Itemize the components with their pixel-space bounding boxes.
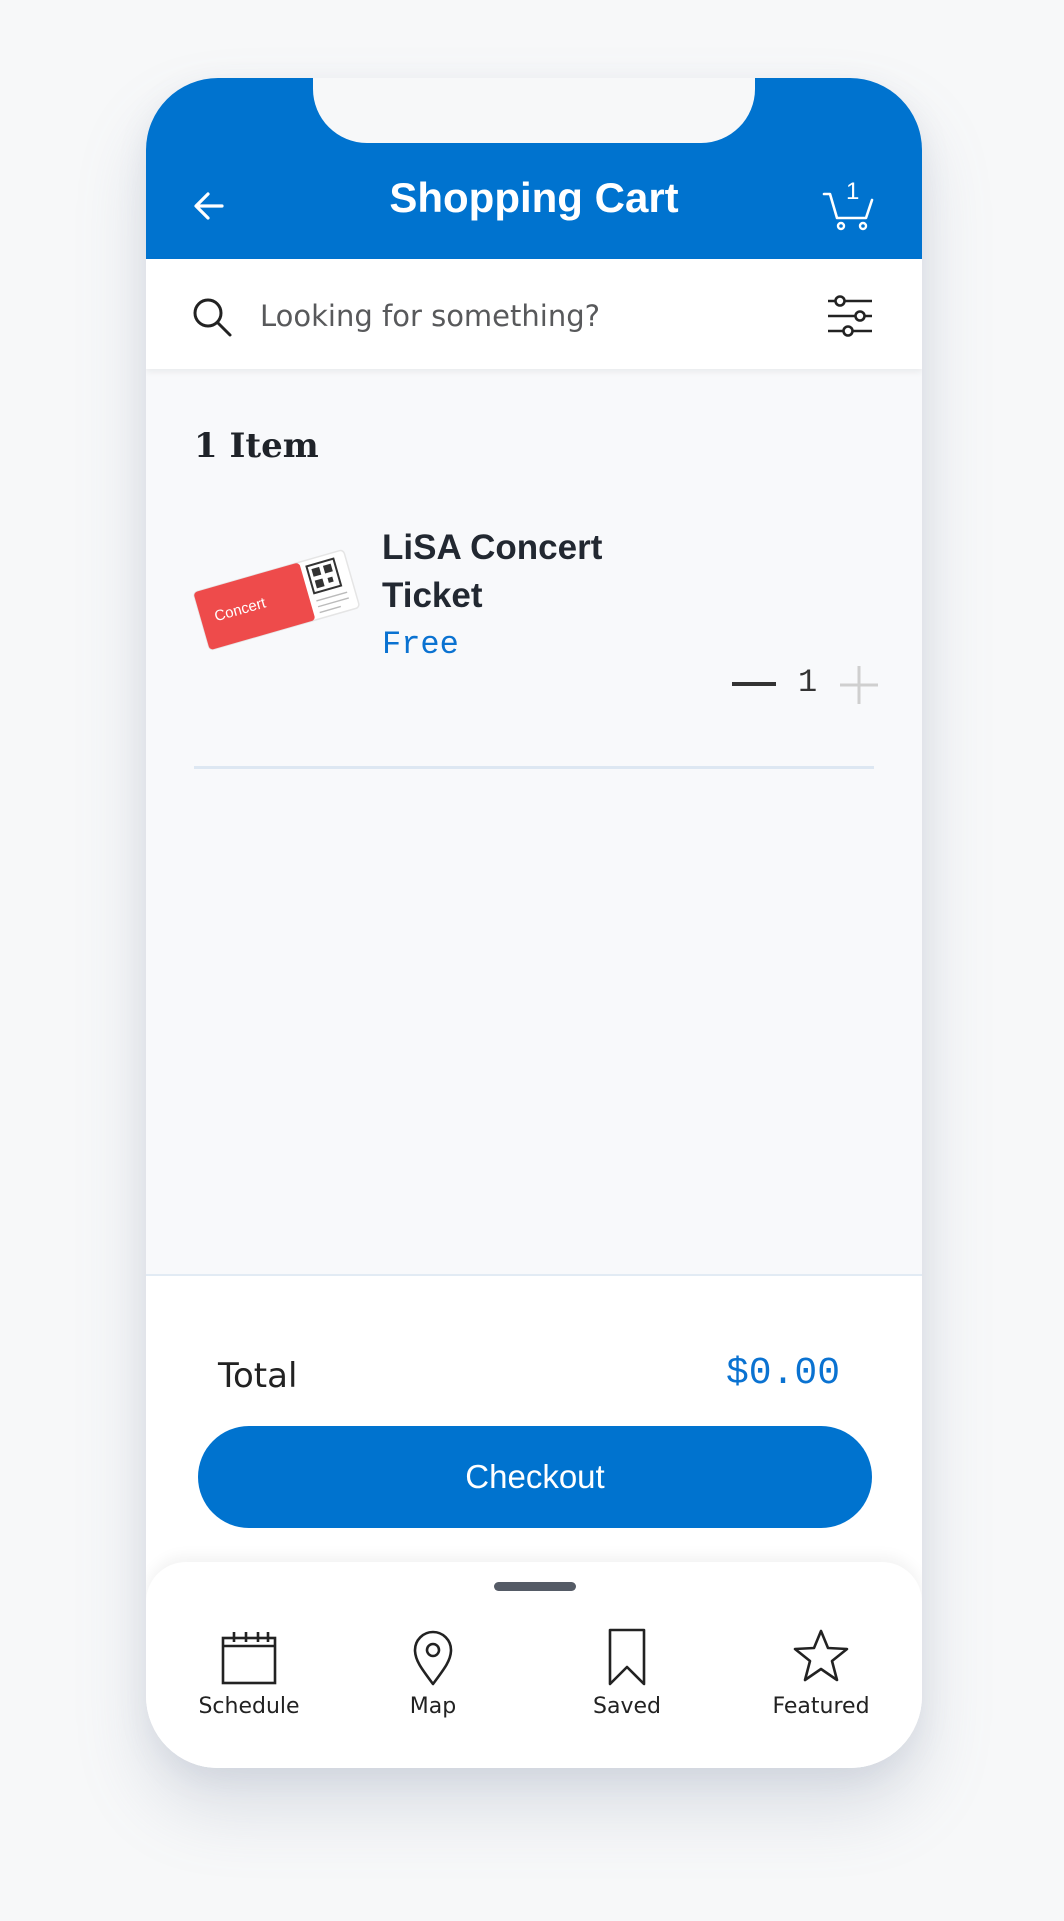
cart-count-badge: 1: [846, 178, 860, 205]
quantity-increase-button[interactable]: [838, 664, 880, 706]
drag-handle[interactable]: [494, 1582, 576, 1591]
item-divider: [194, 766, 874, 769]
phone-frame: Shopping Cart 1 1 Item Concert: [146, 78, 922, 1768]
total-value: $0.00: [726, 1352, 841, 1395]
item-name[interactable]: LiSA Concert Ticket: [382, 524, 642, 620]
star-icon: [793, 1629, 849, 1682]
search-bar: [146, 259, 922, 369]
ticket-image: Concert: [193, 549, 360, 651]
search-icon: [193, 298, 232, 337]
quantity-value: 1: [798, 664, 818, 701]
nav-item-featured[interactable]: Featured: [746, 1628, 896, 1738]
quantity-decrease-button[interactable]: [732, 682, 776, 686]
filter-sliders-icon[interactable]: [826, 293, 874, 339]
cart-item-count: 1 Item: [194, 426, 319, 466]
device-notch: [313, 78, 755, 143]
page-title: Shopping Cart: [389, 174, 679, 221]
nav-item-saved[interactable]: Saved: [552, 1628, 702, 1738]
bottom-nav: Schedule Map Saved Featured: [146, 1562, 922, 1768]
nav-item-schedule[interactable]: Schedule: [174, 1628, 324, 1738]
nav-label-saved: Saved: [593, 1694, 661, 1719]
map-pin-icon: [413, 1630, 453, 1686]
nav-label-schedule: Schedule: [198, 1694, 300, 1719]
bookmark-icon: [608, 1628, 646, 1686]
search-input[interactable]: [258, 293, 682, 339]
checkout-button[interactable]: Checkout: [198, 1426, 872, 1528]
nav-label-map: Map: [409, 1694, 457, 1719]
app-header: Shopping Cart 1: [146, 78, 922, 259]
total-label: Total: [218, 1356, 298, 1396]
item-price: Free: [382, 626, 459, 663]
nav-label-featured: Featured: [772, 1694, 870, 1719]
calendar-icon: [221, 1632, 277, 1685]
nav-item-map[interactable]: Map: [358, 1628, 508, 1738]
